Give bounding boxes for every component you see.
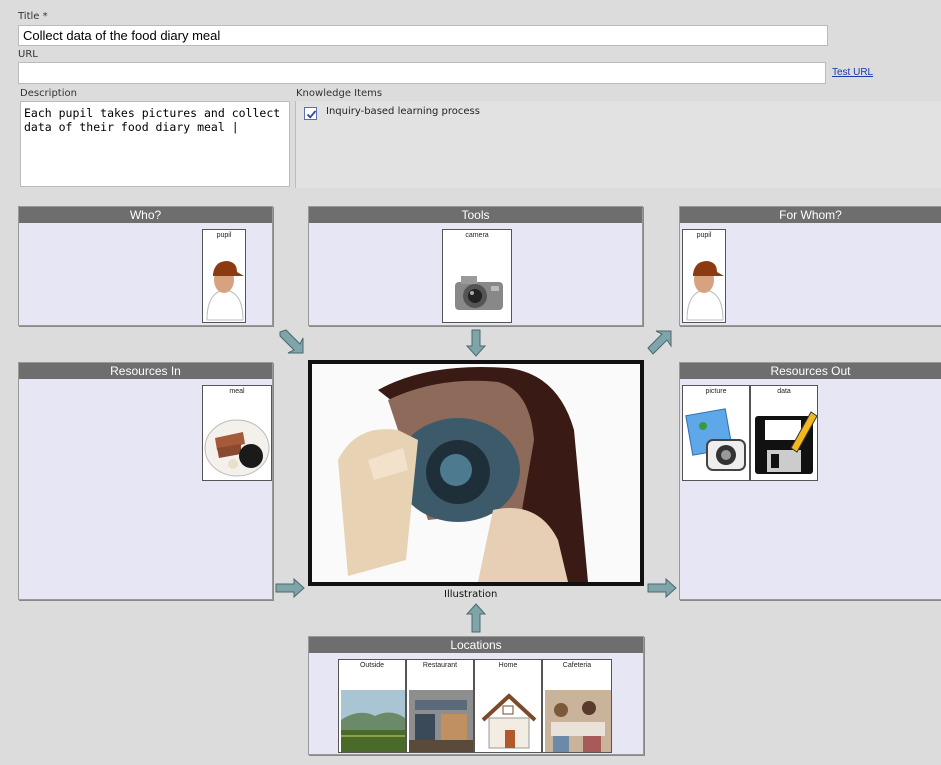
- card-outside[interactable]: Outside: [338, 659, 406, 753]
- description-textarea[interactable]: Each pupil takes pictures and collect da…: [20, 101, 290, 187]
- resources-in-panel: Resources In meal: [18, 362, 273, 600]
- person-cap-icon: [206, 261, 244, 321]
- restaurant-icon: [409, 690, 473, 752]
- card-restaurant[interactable]: Restaurant: [406, 659, 474, 753]
- activity-editor: Title * Collect data of the food diary m…: [0, 0, 941, 765]
- person-cap-icon: [686, 261, 724, 321]
- url-input[interactable]: [18, 62, 826, 84]
- illustration-label: Illustration: [444, 589, 498, 600]
- card-picture[interactable]: picture: [682, 385, 750, 481]
- cafeteria-icon: [545, 690, 611, 752]
- arrow-icon: [647, 578, 677, 598]
- resources-out-panel-title: Resources Out: [680, 363, 941, 379]
- card-meal[interactable]: meal: [202, 385, 272, 481]
- save-data-icon: [755, 411, 818, 474]
- knowledge-item-label: Inquiry-based learning process: [326, 106, 480, 117]
- arrow-icon: [275, 578, 305, 598]
- knowledge-items-box: Inquiry-based learning process: [295, 101, 941, 188]
- landscape-icon: [341, 690, 405, 752]
- checkbox-icon[interactable]: [304, 107, 317, 120]
- card-cafeteria[interactable]: Cafeteria: [542, 659, 612, 753]
- resources-in-panel-title: Resources In: [19, 363, 272, 379]
- description-label: Description: [20, 88, 77, 99]
- test-url-link[interactable]: Test URL: [832, 67, 873, 78]
- illustration-image: [308, 360, 644, 586]
- card-pupil[interactable]: pupil: [682, 229, 726, 323]
- arrow-icon: [465, 603, 487, 633]
- camera-icon: [455, 276, 503, 310]
- locations-panel-title: Locations: [309, 637, 643, 653]
- knowledge-items-label: Knowledge Items: [296, 88, 383, 99]
- for-whom-panel-title: For Whom?: [680, 207, 941, 223]
- url-label: URL: [18, 49, 38, 60]
- arrow-icon: [647, 330, 672, 355]
- arrow-icon: [465, 329, 487, 357]
- card-camera[interactable]: camera: [442, 229, 512, 323]
- title-label: Title *: [18, 11, 48, 22]
- who-panel-title: Who?: [19, 207, 272, 223]
- arrow-icon: [279, 329, 304, 354]
- for-whom-panel: For Whom? pupil: [679, 206, 941, 326]
- card-pupil[interactable]: pupil: [202, 229, 246, 323]
- title-input[interactable]: Collect data of the food diary meal: [18, 25, 828, 46]
- meal-plate-icon: [204, 419, 270, 477]
- tools-panel: Tools camera: [308, 206, 643, 326]
- photographer-illustration: [312, 364, 640, 582]
- card-home[interactable]: Home: [474, 659, 542, 753]
- resources-out-panel: Resources Out picture data: [679, 362, 941, 600]
- tools-panel-title: Tools: [309, 207, 642, 223]
- house-icon: [481, 693, 537, 749]
- locations-panel: Locations Outside Restaurant Home Cafete…: [308, 636, 644, 755]
- who-panel: Who? pupil: [18, 206, 273, 326]
- picture-icon: [685, 408, 746, 471]
- card-data[interactable]: data: [750, 385, 818, 481]
